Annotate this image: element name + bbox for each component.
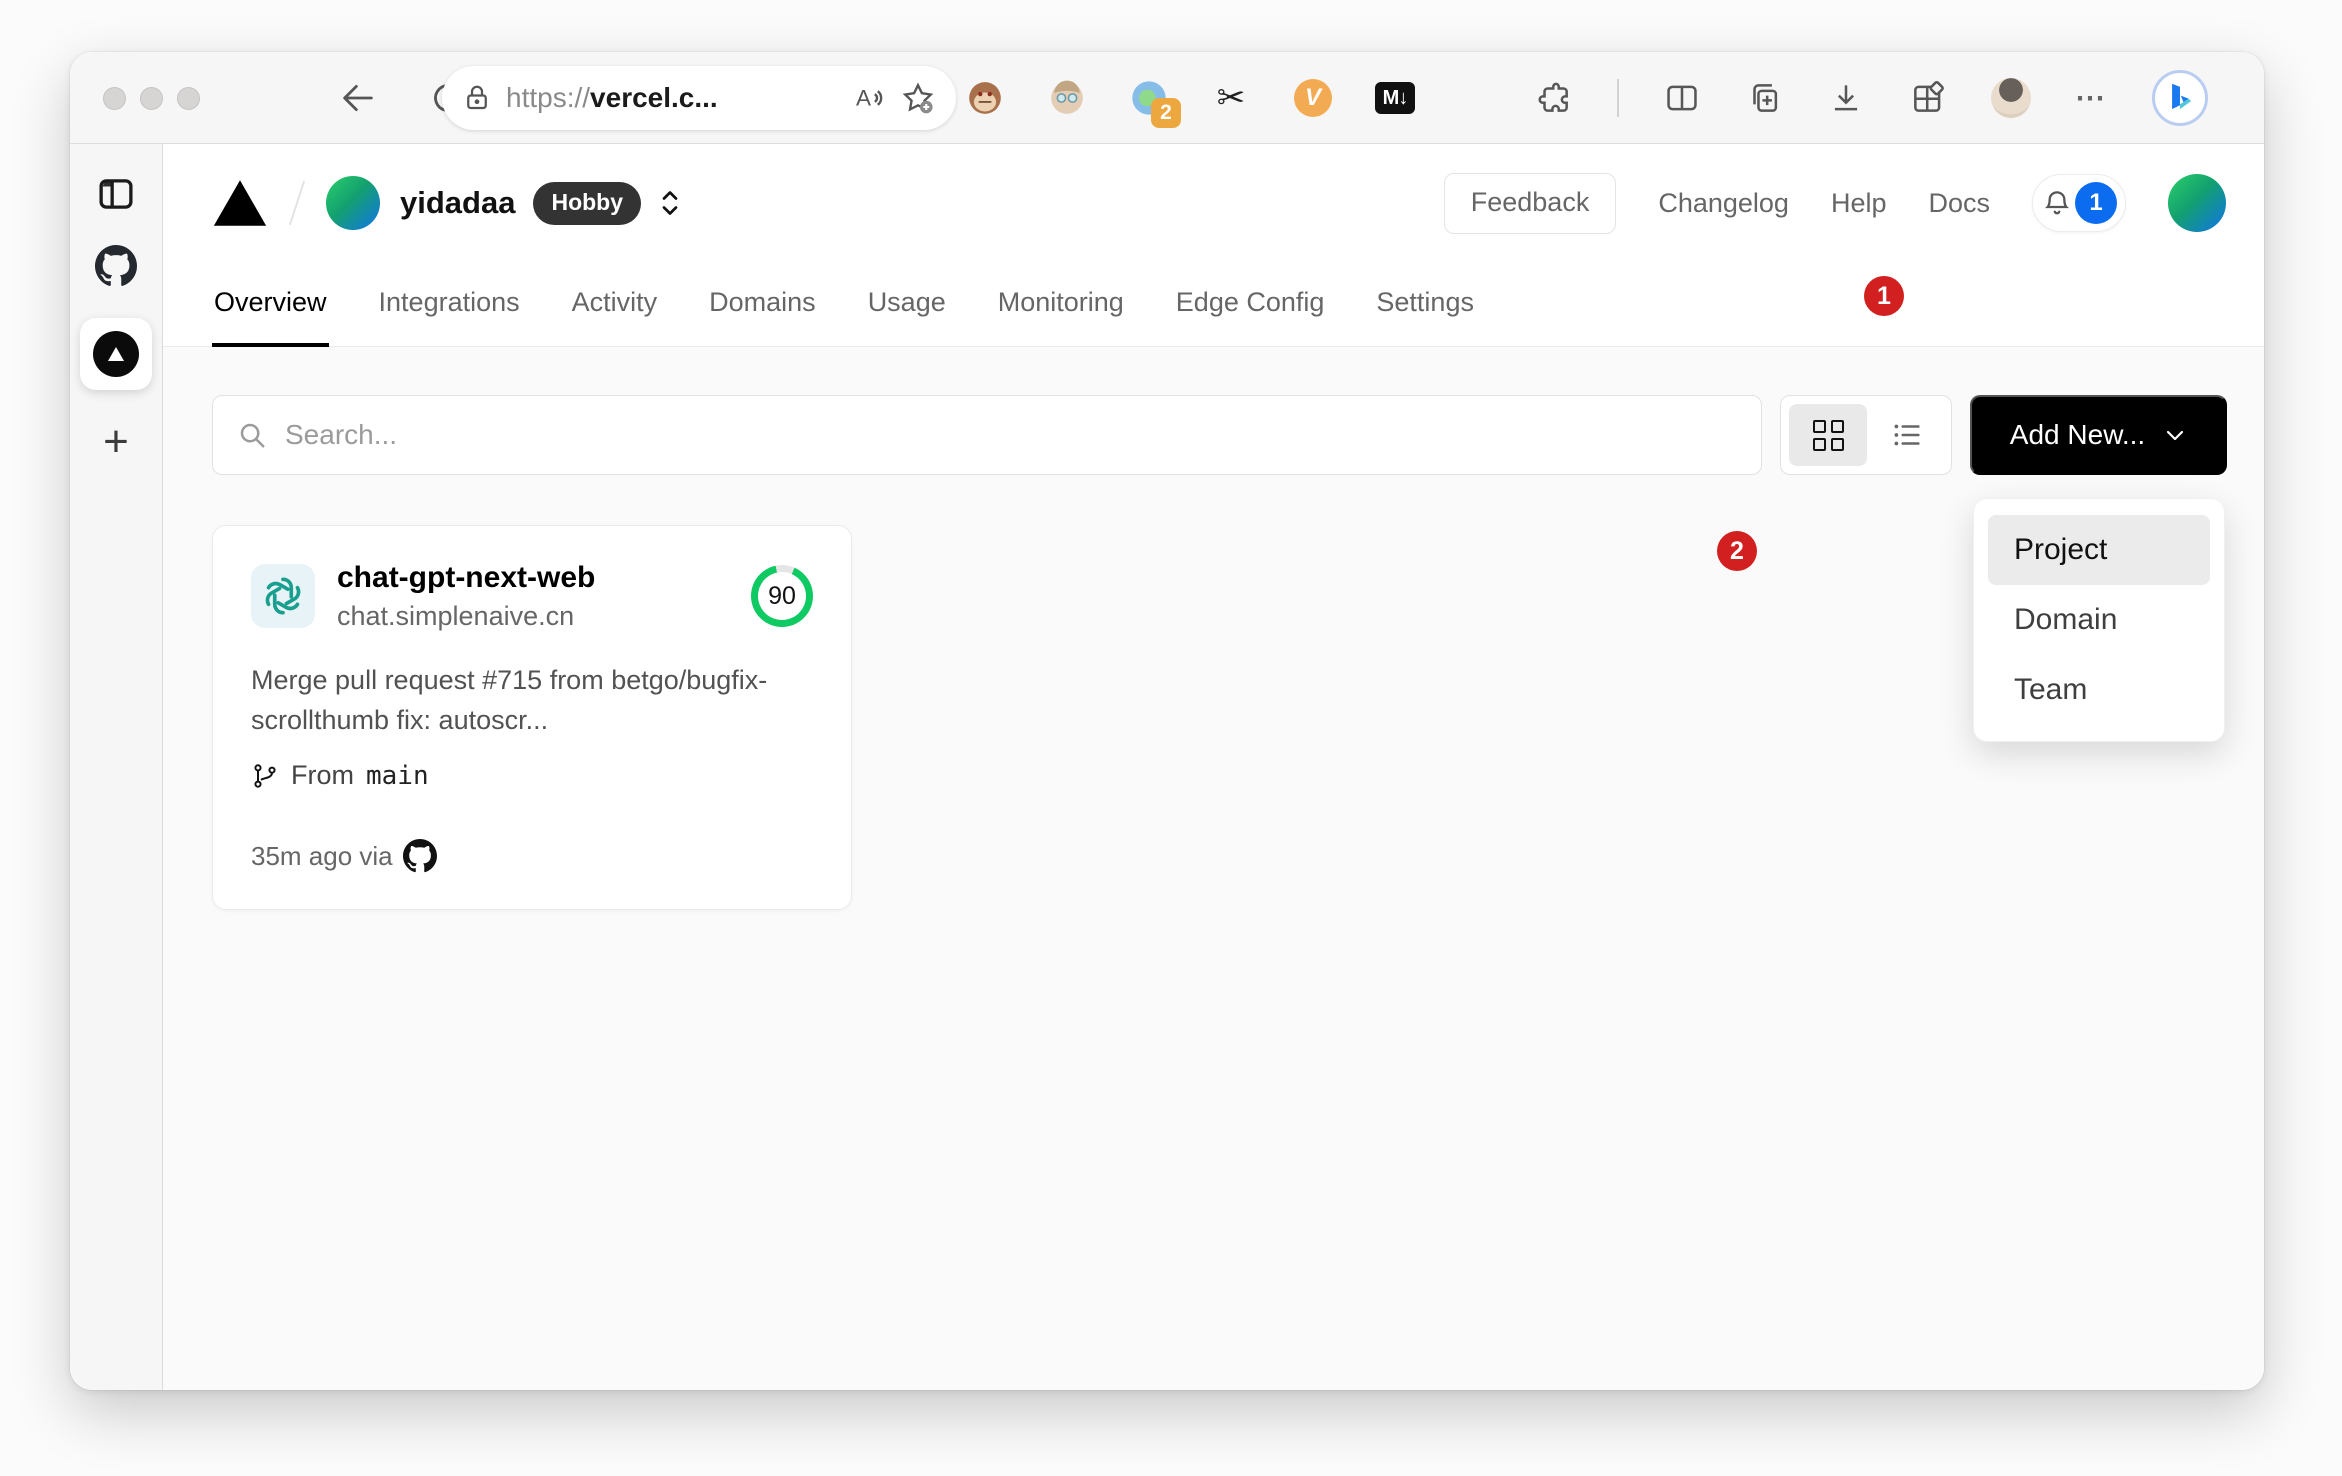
search-icon [240,423,265,448]
dropdown-item-domain[interactable]: Domain [1988,585,2210,655]
overview-content: Add New... chat-gpt-next-web chat.simple… [163,347,2264,1390]
plan-badge: Hobby [533,181,642,225]
extensions-puzzle-icon[interactable] [1535,79,1573,117]
close-window-button[interactable] [103,87,126,110]
avatar-extension-icon[interactable] [1047,78,1087,118]
tab-domains[interactable]: Domains [707,262,818,347]
sidebar-add-icon[interactable]: + [92,418,140,466]
branch-prefix: From [291,760,354,790]
tab-overview[interactable]: Overview [212,262,329,347]
favorite-star-icon[interactable] [900,80,936,116]
tab-edge-config[interactable]: Edge Config [1174,262,1327,347]
annotation-step-1: 1 [1864,276,1904,316]
traffic-lights [103,87,200,110]
browser-body: + yidadaa Hobby Feedback Changelog Help … [70,144,2264,1390]
tab-integrations[interactable]: Integrations [377,262,522,347]
vercel-page: yidadaa Hobby Feedback Changelog Help Do… [163,144,2264,1390]
vercel-logo[interactable] [212,178,268,228]
vercel-sidebar-item[interactable] [80,318,152,390]
project-name[interactable]: chat-gpt-next-web [337,558,595,598]
github-icon [403,839,437,873]
lighthouse-score-value: 90 [758,572,806,620]
tab-activity[interactable]: Activity [570,262,660,347]
github-sidebar-icon[interactable] [92,242,140,290]
team-name[interactable]: yidadaa [400,185,515,221]
browser-menu-icon[interactable]: ⋯ [2075,81,2108,116]
markdown-download-extension-icon[interactable]: M↓ [1375,78,1415,118]
toolbar-divider [1617,79,1619,117]
grid-view-icon [1812,419,1844,451]
chevron-down-icon [2167,430,2184,441]
address-bar[interactable]: https://vercel.c... A [442,66,956,130]
collections-icon[interactable] [1745,79,1783,117]
list-view-button[interactable] [1871,418,1943,452]
list-view-icon [1894,424,1920,446]
docs-link[interactable]: Docs [1928,188,1990,219]
browser-profile-avatar[interactable] [1991,78,2031,118]
project-domain[interactable]: chat.simplenaive.cn [337,598,595,634]
tab-usage[interactable]: Usage [866,262,948,347]
breadcrumb-slash [288,180,306,226]
vercel-tabs: Overview Integrations Activity Domains U… [163,262,2264,347]
split-screen-icon[interactable] [1663,79,1701,117]
git-branch-icon [254,763,276,788]
team-avatar[interactable] [326,176,380,230]
back-button[interactable] [338,78,378,118]
user-avatar[interactable] [2168,174,2226,232]
deploy-time: 35m ago via [251,840,393,871]
bing-chat-icon[interactable] [2152,70,2208,126]
notification-count-badge: 1 [2075,182,2117,224]
lock-icon [467,85,487,110]
add-new-dropdown: Project Domain Team [1973,498,2225,742]
vercel-header: yidadaa Hobby Feedback Changelog Help Do… [163,144,2264,347]
extension-badge: 2 [1151,98,1181,128]
v-extension-icon[interactable]: V [1293,78,1333,118]
scissors-extension-icon[interactable]: ✂ [1211,78,1251,118]
url-text: https://vercel.c... [506,82,718,113]
downloads-icon[interactable] [1827,79,1865,117]
minimize-window-button[interactable] [140,87,163,110]
team-switcher-icon[interactable] [657,188,683,218]
branch-name: main [366,760,429,791]
browser-toolbar: https://vercel.c... A 2 ✂ V M↓ ⋯ [70,52,2264,144]
read-aloud-icon[interactable]: A [850,80,886,116]
sidebar-toggle-icon[interactable] [92,170,140,218]
help-link[interactable]: Help [1831,188,1887,219]
add-new-label: Add New... [2009,419,2146,450]
view-toggle [1780,395,1952,475]
extensions-row: 2 ✂ V M↓ [965,78,1415,128]
zoom-window-button[interactable] [177,87,200,110]
openai-logo-icon [261,574,305,618]
tab-monitoring[interactable]: Monitoring [996,262,1126,347]
project-search [212,395,1762,475]
changelog-link[interactable]: Changelog [1658,188,1789,219]
feedback-button[interactable]: Feedback [1443,172,1617,234]
tampermonkey-extension-icon[interactable] [965,78,1005,118]
lighthouse-score-ring[interactable]: 90 [751,565,813,627]
notifications-button[interactable]: 1 [2032,174,2126,232]
project-favicon [251,564,315,628]
svg-text:A: A [856,86,871,111]
vercel-favicon [93,331,139,377]
annotation-step-2: 2 [1717,531,1757,571]
add-new-button[interactable]: Add New... [1970,395,2227,475]
tab-settings[interactable]: Settings [1374,262,1476,347]
project-card[interactable]: chat-gpt-next-web chat.simplenaive.cn 90… [212,525,852,910]
dropdown-item-team[interactable]: Team [1988,655,2210,725]
browser-window: https://vercel.c... A 2 ✂ V M↓ ⋯ + yidad… [70,52,2264,1390]
search-input[interactable] [285,419,1737,451]
proxy-extension-icon[interactable]: 2 [1129,78,1181,128]
workspaces-icon[interactable] [1909,79,1947,117]
toolbar-right-icons: ⋯ [1535,70,2208,126]
bell-icon [2044,191,2070,215]
dropdown-item-project[interactable]: Project [1988,515,2210,585]
grid-view-button[interactable] [1789,404,1867,466]
latest-commit-message: Merge pull request #715 from betgo/bugfi… [251,665,768,735]
edge-sidebar: + [70,144,163,1390]
